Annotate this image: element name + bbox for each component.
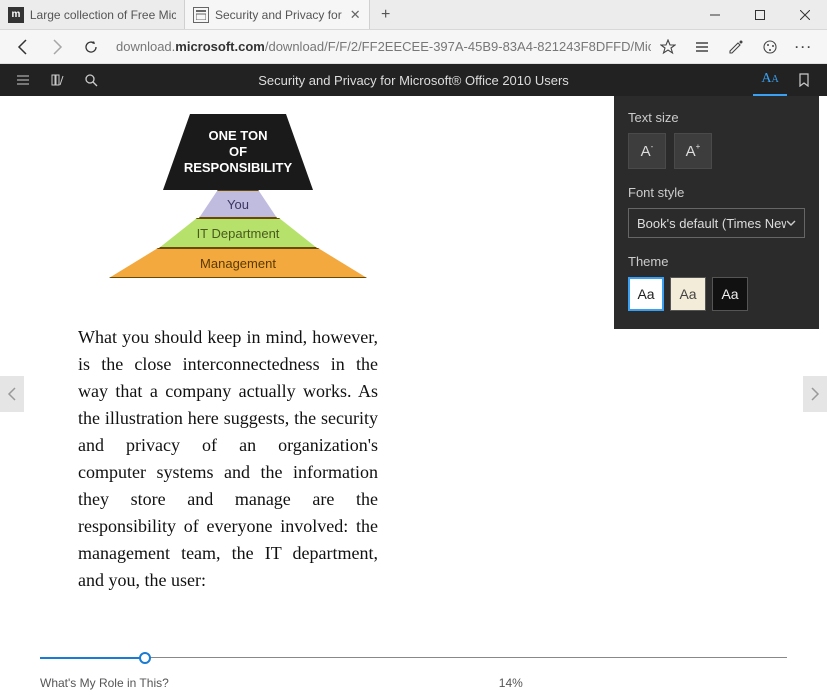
reading-footer: What's My Role in This? 14% <box>40 652 787 690</box>
prev-page-button[interactable] <box>0 376 24 412</box>
url-prefix: download. <box>116 39 175 54</box>
chapter-title: What's My Role in This? <box>40 676 169 690</box>
pyramid-row-it: IT Department <box>159 218 317 248</box>
font-style-select[interactable]: Book's default (Times New R <box>628 208 805 238</box>
next-page-button[interactable] <box>803 376 827 412</box>
page: ONE TON OF RESPONSIBILITY You IT Departm… <box>0 96 440 594</box>
more-button[interactable]: ··· <box>787 32 821 62</box>
hat-line: OF <box>229 144 247 160</box>
chevron-down-icon <box>786 216 796 231</box>
tab-security-privacy[interactable]: Security and Privacy for ✕ <box>185 0 370 29</box>
share-button[interactable] <box>753 32 787 62</box>
font-style-label: Font style <box>628 185 805 200</box>
forward-button[interactable] <box>40 32 74 62</box>
progress-slider[interactable] <box>40 652 787 664</box>
url-field[interactable]: download.microsoft.com/download/F/F/2/FF… <box>108 39 651 54</box>
text-size-label: Text size <box>628 110 805 125</box>
theme-dark-button[interactable]: Aa <box>712 277 748 311</box>
minimize-button[interactable] <box>692 0 737 29</box>
tab-label: Large collection of Free Mic <box>30 8 176 22</box>
text-options-panel: Text size A- A+ Font style Book's defaul… <box>614 96 819 329</box>
url-path: /download/F/F/2/FF2EECEE-397A-45B9-83A4-… <box>265 39 651 54</box>
titlebar: m Large collection of Free Mic Security … <box>0 0 827 30</box>
slider-fill <box>40 657 145 659</box>
hat-line: RESPONSIBILITY <box>184 160 292 176</box>
slider-track <box>40 657 787 658</box>
responsibility-pyramid: ONE TON OF RESPONSIBILITY You IT Departm… <box>108 114 368 314</box>
favorite-button[interactable] <box>651 32 685 62</box>
reading-view-icon <box>193 7 209 23</box>
pyramid-row-management: Management <box>109 248 367 278</box>
contents-button[interactable] <box>6 64 40 96</box>
reading-title: Security and Privacy for Microsoft® Offi… <box>0 73 827 88</box>
new-tab-button[interactable]: + <box>370 0 402 29</box>
reading-content: ONE TON OF RESPONSIBILITY You IT Departm… <box>0 96 827 662</box>
slider-thumb[interactable] <box>139 652 151 664</box>
reading-bar: Security and Privacy for Microsoft® Offi… <box>0 64 827 96</box>
favicon-m-icon: m <box>8 7 24 23</box>
search-button[interactable] <box>74 64 108 96</box>
library-button[interactable] <box>40 64 74 96</box>
theme-light-button[interactable]: Aa <box>628 277 664 311</box>
bookmark-button[interactable] <box>787 64 821 96</box>
theme-label: Theme <box>628 254 805 269</box>
url-host: microsoft.com <box>175 39 265 54</box>
maximize-button[interactable] <box>737 0 782 29</box>
hat-line: ONE TON <box>209 128 268 144</box>
address-bar: download.microsoft.com/download/F/F/2/FF… <box>0 30 827 64</box>
pyramid-row-you: You <box>199 190 277 218</box>
pyramid-hat: ONE TON OF RESPONSIBILITY <box>163 114 313 190</box>
text-options-button[interactable]: AA <box>753 64 787 96</box>
theme-sepia-button[interactable]: Aa <box>670 277 706 311</box>
font-style-value: Book's default (Times New R <box>637 216 786 231</box>
web-note-button[interactable] <box>719 32 753 62</box>
tab-free-mic[interactable]: m Large collection of Free Mic <box>0 0 185 29</box>
increase-text-button[interactable]: A+ <box>674 133 712 169</box>
hub-button[interactable] <box>685 32 719 62</box>
decrease-text-button[interactable]: A- <box>628 133 666 169</box>
back-button[interactable] <box>6 32 40 62</box>
progress-percent: 14% <box>499 676 523 690</box>
window-controls <box>692 0 827 29</box>
tab-label: Security and Privacy for <box>215 8 342 22</box>
body-paragraph: What you should keep in mind, however, i… <box>78 324 378 594</box>
close-window-button[interactable] <box>782 0 827 29</box>
refresh-button[interactable] <box>74 32 108 62</box>
close-tab-icon[interactable]: ✕ <box>350 7 361 23</box>
